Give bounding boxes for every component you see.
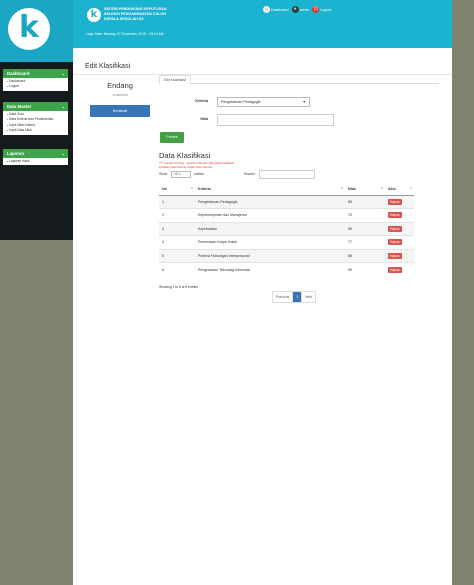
chevron-down-icon: ⌄ — [61, 151, 65, 156]
sort-icon: ⇅ — [409, 186, 412, 190]
section-title: Data Klasifikasi — [159, 151, 211, 160]
column-header-kriteria[interactable]: Kriteria ⇅ — [195, 183, 345, 196]
table-info: Showing 1 to 6 of 6 entries — [159, 285, 199, 289]
column-header-no[interactable]: No ⇅ — [159, 183, 195, 196]
sort-icon: ⇅ — [380, 186, 383, 190]
back-button[interactable]: Kembali — [90, 105, 150, 117]
kriteria-label: Kriteria — [195, 99, 208, 103]
hapus-button[interactable]: Hapus — [388, 266, 402, 273]
logo-icon: k — [8, 8, 50, 50]
entries-label: entries — [194, 172, 204, 176]
hapus-button[interactable]: Hapus — [388, 198, 402, 205]
profile-name: Endang — [107, 81, 133, 90]
menu-head-data-master[interactable]: Data Master ⌄ — [3, 102, 68, 111]
table-row: 3 Kepribadian 55 Hapus — [159, 221, 414, 236]
hapus-button[interactable]: Hapus — [388, 212, 402, 219]
pagination-previous[interactable]: Previous — [273, 292, 294, 302]
nilai-label: Nilai — [200, 117, 208, 121]
login-info: Login Date: Monday, 07 December, 2015 – … — [86, 32, 164, 36]
entries-select[interactable]: 10 ▼ — [171, 171, 191, 178]
table-row: 5 Potensi Hubungan Interpersonal 66 Hapu… — [159, 248, 414, 263]
admin-avatar-icon: ● — [291, 6, 299, 13]
table-row: 6 Penguasaan Teknologi Informasi 99 Hapu… — [159, 262, 414, 276]
kriteria-select[interactable]: Pengetahuan Pedagogik ▼ — [217, 97, 310, 107]
nav-dashboard-link[interactable]: ⌂ Dashboard — [263, 6, 289, 13]
note-text: ***) Catatan Penting : Sebelum Mengisi D… — [159, 161, 234, 169]
tab-bar: Edit Klasifikasi — [159, 72, 439, 85]
pagination: Previous 1 Next — [272, 291, 317, 303]
nav-logout-link[interactable]: ⏻ Logout — [312, 6, 331, 13]
search-label: Search: — [244, 172, 256, 176]
column-header-aksi[interactable]: Aksi ⇅ — [385, 183, 414, 196]
menu-laporan: Laporan⌄ Laporan Hasil — [3, 149, 68, 166]
table-header-row: No ⇅ Kriteria ⇅ Nilai ⇅ Aksi ⇅ — [159, 183, 414, 196]
main-content: Edit Klasifikasi Endang 123456789 Kembal… — [73, 48, 452, 585]
app-title: SISTEM PENDUKUNG KEPUTUSAN SELEKSI PENGA… — [104, 7, 167, 21]
search-input[interactable] — [259, 170, 315, 179]
sidebar-item-laporan-hasil[interactable]: Laporan Hasil — [3, 159, 68, 164]
page-title: Edit Klasifikasi — [85, 63, 131, 70]
hapus-button[interactable]: Hapus — [388, 252, 402, 259]
table-row: 1 Pengetahuan Pedagogik 85 Hapus — [159, 194, 414, 209]
hapus-button[interactable]: Hapus — [388, 225, 402, 232]
nav-admin-link[interactable]: ● admin — [291, 6, 309, 13]
hapus-button[interactable]: Hapus — [388, 239, 402, 246]
header-logo-icon: k — [87, 8, 101, 22]
sort-icon: ⇅ — [340, 186, 343, 190]
table-row: 2 Kepemimpinan dan Manajerial 70 Hapus — [159, 208, 414, 222]
profile-id: 123456789 — [112, 93, 128, 97]
top-nav: ⌂ Dashboard ● admin ⏻ Logout — [263, 6, 331, 13]
sidebar-item-input-data-nilai[interactable]: Input Data Nilai — [3, 128, 68, 133]
sidebar: k Dashboard⌄ Dashboard Logout Data Maste… — [0, 0, 73, 240]
menu-data-master: Data Master⌄ Data Guru Data Kriteria dan… — [3, 102, 68, 135]
pagination-next[interactable]: Next — [302, 292, 316, 302]
menu-head-laporan[interactable]: Laporan ⌄ — [3, 149, 68, 158]
sidebar-item-logout[interactable]: Logout — [3, 84, 68, 89]
chevron-down-icon: ⌄ — [61, 104, 65, 109]
home-icon: ⌂ — [263, 6, 270, 13]
pagination-page-1[interactable]: 1 — [293, 292, 303, 302]
proses-button[interactable]: Proses — [160, 132, 184, 143]
caret-down-icon: ▼ — [178, 173, 182, 176]
data-table: No ⇅ Kriteria ⇅ Nilai ⇅ Aksi ⇅ 1 Pengetahuan… — [159, 183, 414, 276]
logo-area: k — [0, 0, 73, 62]
tab-edit-klasifikasi[interactable]: Edit Klasifikasi — [159, 75, 191, 85]
power-icon: ⏻ — [312, 6, 320, 13]
header: k SISTEM PENDUKUNG KEPUTUSAN SELEKSI PEN… — [73, 0, 452, 48]
nilai-input[interactable] — [217, 114, 334, 126]
caret-down-icon: ▼ — [302, 100, 306, 104]
chevron-down-icon: ⌄ — [61, 71, 65, 76]
menu-head-dashboard[interactable]: Dashboard ⌄ — [3, 69, 68, 78]
menu-dashboard: Dashboard⌄ Dashboard Logout — [3, 69, 68, 91]
show-label: Show — [159, 172, 168, 176]
sort-icon: ⇅ — [190, 186, 193, 190]
table-row: 4 Pembuatan Karya Ilmiah 77 Hapus — [159, 235, 414, 249]
column-header-nilai[interactable]: Nilai ⇅ — [345, 183, 385, 196]
